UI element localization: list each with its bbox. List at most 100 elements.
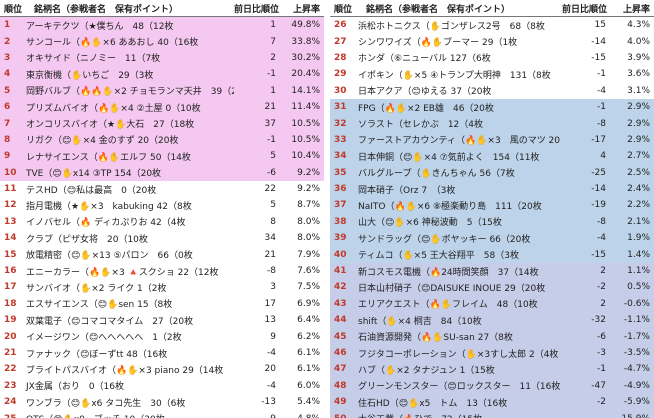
name-cell: NaITO（🔥✋×6 ⑧極楽動り島 111（20枚 [358, 201, 542, 212]
diff-cell: 34 [264, 233, 276, 244]
name-cell: 住石HD（😊✋x5 トム 13（16枚 [358, 398, 508, 409]
rate-cell: 49.8% [291, 20, 320, 31]
rate-cell: 6.9% [297, 298, 320, 309]
diff-cell: -25 [591, 167, 606, 178]
diff-cell: 5 [270, 151, 276, 162]
name-cell: ファナック（😊ぼーずtt 48（16枚 [26, 349, 168, 360]
rate-cell: 4.0% [627, 36, 650, 47]
rank-cell: 18 [4, 298, 17, 309]
rate-cell: 1.4% [627, 249, 650, 260]
table-row: 9 レナサイエンス（🔥✋エルフ 50（14枚 5 10.4% [0, 148, 324, 165]
rank-cell: 5 [4, 85, 11, 96]
name-cell: オキサイド（ニノミー 11（7枚 [26, 54, 161, 65]
rank-cell: 26 [334, 20, 347, 31]
rank-cell: 25 [0, 414, 22, 418]
name-cell: 日本アクア（😊ゆえる 37（20枚 [358, 87, 492, 98]
table-row: 11 テスHD（😊私は最高 0（20枚 22 9.2% [0, 181, 324, 197]
rank-cell: 44 [334, 315, 347, 326]
table-row: 45 石油資源開発（🔥✋SU-san 27（8枚 -6 -1.7% [330, 328, 654, 345]
name-cell: 岡野バルブ（🔥🔥✋×2 チョモランマ天井 39（2枚 [26, 87, 234, 98]
rank-cell: 29 [334, 69, 347, 80]
rank-cell: 17 [4, 282, 17, 293]
table-row: 8 リガク（😊✋×4 金のすず 20（20枚 -1 10.5% [0, 131, 324, 149]
diff-cell: -15 [591, 52, 606, 63]
rate-cell: 3.6% [627, 69, 650, 80]
rank-cell: 49 [334, 397, 347, 408]
name-cell: ハブ（✋×2 タナジュン 1（15枚 [358, 365, 495, 376]
rate-cell: 4.3% [627, 20, 650, 31]
diff-cell: 4 [600, 151, 606, 162]
rank-cell: 22 [4, 364, 17, 375]
rate-cell: 6.1% [297, 348, 320, 358]
diff-cell: -2 [597, 282, 606, 293]
diff-cell: -14 [591, 36, 606, 47]
rank-cell: 43 [334, 298, 347, 309]
diff-cell: 37 [264, 118, 276, 129]
table-row: 47 ハブ（✋×2 タナジュン 1（15枚 -1 -4.7% [330, 361, 654, 378]
rate-cell: 10.4% [291, 151, 320, 162]
rate-cell: 6.0% [297, 380, 320, 391]
rank-cell: 4 [4, 69, 11, 80]
table-row: 34 日本伸銅（😊✋×4 ⑦気前よく 154（11枚 4 2.7% [330, 148, 654, 165]
diff-cell: -15 [591, 249, 606, 260]
rate-cell: 9.2% [297, 184, 320, 195]
rate-cell: -3.5% [623, 348, 650, 358]
table-row: 7 オンコリスバイオ（★✋大石 27（18枚 37 10.5% [0, 115, 324, 132]
rank-cell: 32 [334, 118, 347, 129]
diff-cell: 1 [270, 20, 276, 31]
table-row: 22 ブライトパスバイオ（🔥✋×3 piano 29（14枚 20 6.1% [0, 361, 324, 377]
name-cell: 東京衡機（✋いちご 29（3枚 [26, 70, 154, 81]
diff-cell: 5 [270, 200, 276, 211]
rate-cell: 11.4% [291, 102, 320, 113]
rank-cell: 8 [4, 134, 11, 145]
name-cell: ブライトパスバイオ（🔥✋×3 piano 29（14枚 [26, 365, 224, 376]
rate-cell: 7.9% [297, 249, 320, 260]
name-cell: プリズムバイオ（🔥✋×4 ②土屋 0（10枚 [26, 103, 201, 114]
rate-header: 上昇率 [622, 4, 650, 15]
diff-cell: -4 [597, 85, 606, 96]
diff-cell: -17 [591, 134, 606, 145]
table-header: 順位 銘柄名（参戦者名 保有ポイント） 前日比順位 上昇率 [330, 0, 654, 17]
table-row: 12 指月電機（★✋×3 kabuking 42（8枚 5 8.7% [0, 197, 324, 213]
rate-cell: 2.9% [627, 134, 650, 145]
diff-cell: -2 [597, 397, 606, 408]
table-row: 32 ソラスト（セレかぶ 12（4枚 -8 2.9% [330, 115, 654, 132]
diff-cell: 20 [264, 364, 276, 375]
name-cell: ワンブラ（😊✋x6 タコ先生 30（6枚 [26, 398, 186, 409]
name-cell: オンコリスバイオ（★✋大石 27（18枚 [26, 120, 195, 131]
table-row: 13 イノバセル（🔥 ディカぷりお 42（4枚 8 8.0% [0, 214, 324, 230]
table-row: 18 エスサイエンス（😊✋sen 15（8枚 17 6.9% [0, 296, 324, 312]
name-cell: イメージワン（😊へへへへへ 1（2枚 [26, 333, 182, 344]
name-cell: 浜松ホトニクス（✋ゴンザレス2号 68（8枚 [358, 21, 545, 32]
diff-cell: -6 [267, 167, 276, 178]
rate-cell: 2.7% [627, 151, 650, 162]
table-row: 46 フジタコーポレーション（✋×3すし太郎 2（4枚 -3 -3.5% [330, 344, 654, 362]
rank-header: 順位 [334, 4, 353, 15]
rank-cell: 14 [4, 233, 17, 244]
name-cell: エリアクエスト（🔥✋フレイム 48（10枚 [358, 300, 538, 311]
rank-cell: 30 [334, 85, 347, 96]
rate-cell: 3.9% [627, 52, 650, 63]
diff-cell: 3 [270, 282, 276, 293]
table-row: 42 日本山村硝子（😊DAISUKE INOUE 29（20枚 -2 0.5% [330, 279, 654, 296]
rank-cell: 38 [334, 216, 347, 227]
diff-cell: 7 [270, 36, 276, 47]
diff-cell: -4 [267, 380, 276, 391]
name-cell: FPG（🔥✋×2 EB雄 46（20枚 [358, 103, 494, 114]
rank-cell: 40 [334, 249, 347, 260]
table-row: 48 グリーンモンスター（😊ロックスター 11（16枚 -47 -4.9% [330, 377, 654, 394]
name-cell: フジタコーポレーション（✋×3すし太郎 2（4枚 [358, 349, 559, 360]
table-row: 26 浜松ホトニクス（✋ゴンザレス2号 68（8枚 15 4.3% [330, 17, 654, 33]
rank-cell: 12 [4, 200, 17, 211]
rate-cell: 2.9% [627, 118, 650, 129]
name-cell: shift（✋×4 桐吉 84（10枚 [358, 316, 482, 327]
name-cell: 双葉電子（😊コマコマタイム 27（20枚 [26, 316, 194, 327]
rate-cell: 10.5% [291, 118, 320, 129]
rate-cell: -0.6% [623, 298, 650, 309]
rate-cell: 8.7% [297, 200, 320, 211]
table-row: 31 FPG（🔥✋×2 EB雄 46（20枚 -1 2.9% [330, 98, 654, 116]
table-row: 2 サンコール（🔥✋×6 ああおし 40（16枚 7 33.8% [0, 33, 324, 50]
rate-cell: -4.9% [623, 380, 650, 391]
ranking-sheet: 順位 銘柄名（参戦者名 保有ポイント） 前日比順位 上昇率 1 アーキテクツ（★僕… [0, 0, 654, 418]
rate-cell: 2.2% [627, 200, 650, 211]
